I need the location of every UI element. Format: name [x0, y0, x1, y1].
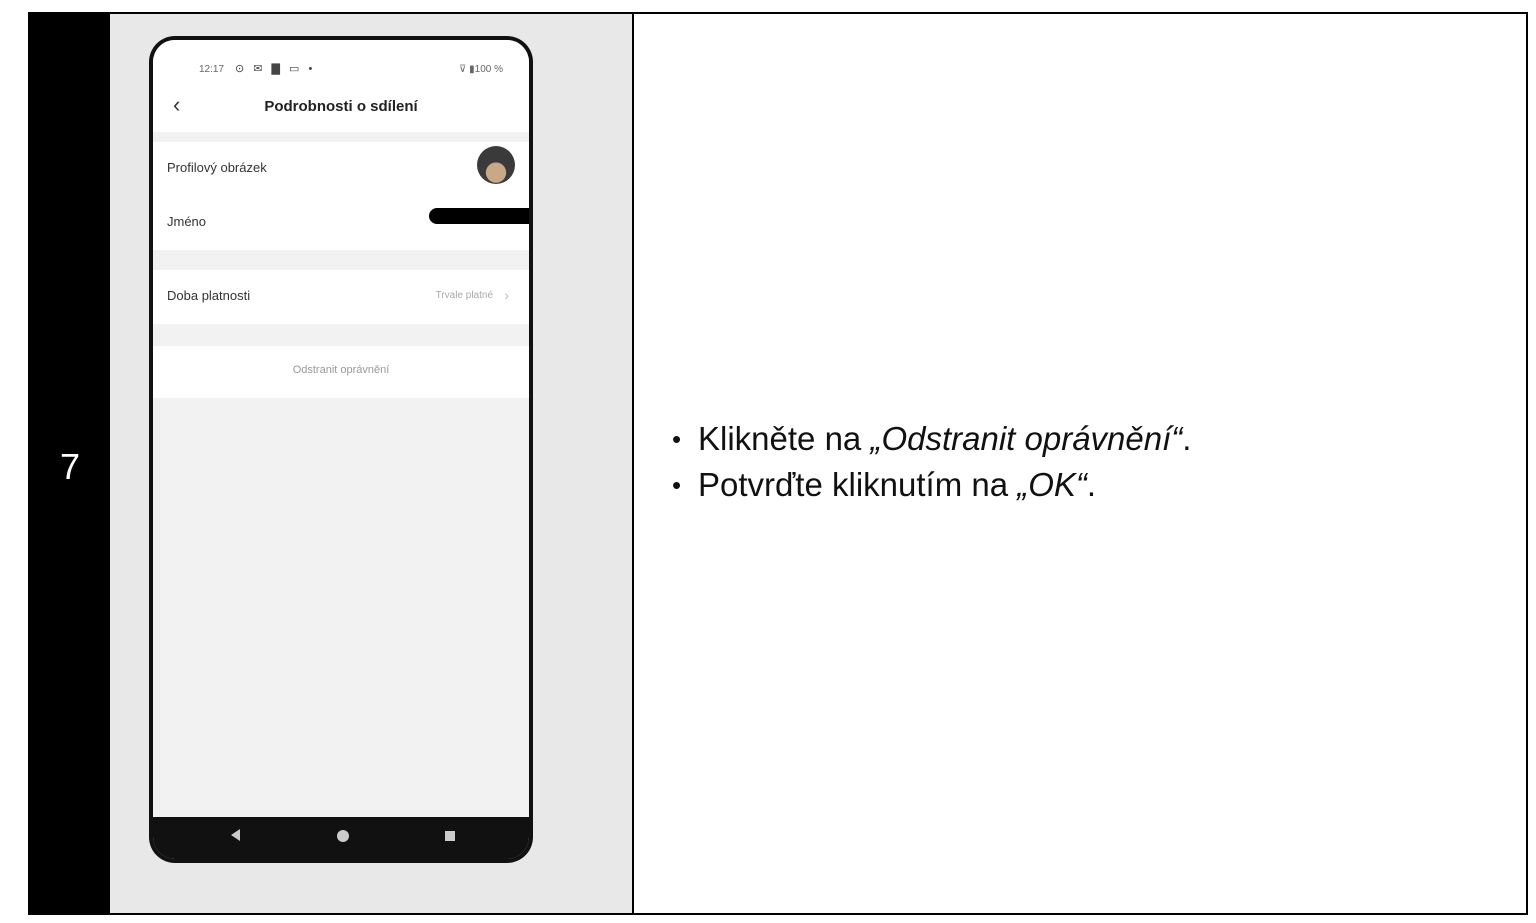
instruction-list: Klikněte na „Odstranit oprávnění“. Potvr…	[672, 416, 1191, 508]
phone-screen: 12:17 ⊙ ✉ ▇ ▭ • ⊽ ▮100 % ‹ Podrobnosti o…	[153, 40, 529, 859]
app-header: ‹ Podrobnosti o sdílení	[153, 80, 529, 132]
profile-picture-label: Profilový obrázek	[167, 160, 267, 175]
nav-back-icon[interactable]	[231, 829, 240, 841]
validity-label: Doba platnosti	[167, 288, 251, 303]
step-number-cell: 7	[30, 14, 110, 913]
nav-recent-apps-icon[interactable]	[445, 831, 455, 841]
emphasis-text: „Odstranit oprávnění“	[870, 420, 1183, 457]
validity-value: Trvale platné	[435, 290, 493, 301]
page-title: Podrobnosti o sdílení	[264, 98, 418, 115]
instruction-text-cell: Klikněte na „Odstranit oprávnění“. Potvr…	[634, 14, 1526, 913]
emphasis-text: „OK“	[1017, 466, 1087, 503]
redacted-name	[429, 208, 529, 224]
status-time: 12:17	[199, 64, 225, 75]
step-number: 7	[59, 446, 81, 487]
validity-group: Doba platnosti Trvale platné ›	[153, 270, 529, 324]
profile-picture-row[interactable]: Profilový obrázek	[153, 142, 529, 196]
android-nav-bar	[153, 817, 529, 859]
nav-home-icon[interactable]	[337, 830, 349, 842]
phone-frame: 12:17 ⊙ ✉ ▇ ▭ • ⊽ ▮100 % ‹ Podrobnosti o…	[149, 36, 533, 863]
name-label: Jméno	[167, 214, 207, 229]
chevron-right-icon: ›	[504, 287, 509, 303]
notification-icons: ⊙ ✉ ▇ ▭ •	[235, 63, 316, 75]
profile-group: Profilový obrázek Jméno	[153, 142, 529, 250]
name-row[interactable]: Jméno	[153, 196, 529, 250]
instruction-item: Klikněte na „Odstranit oprávnění“.	[672, 416, 1191, 462]
status-bar: 12:17 ⊙ ✉ ▇ ▭ • ⊽ ▮100 %	[153, 40, 529, 80]
validity-row[interactable]: Doba platnosti Trvale platné ›	[153, 270, 529, 324]
instruction-item: Potvrďte kliknutím na „OK“.	[672, 462, 1191, 508]
battery-indicator: ⊽ ▮100 %	[459, 64, 503, 75]
remove-permission-button[interactable]: Odstranit oprávnění	[153, 346, 529, 398]
avatar	[477, 146, 515, 184]
remove-permission-label: Odstranit oprávnění	[292, 364, 390, 376]
